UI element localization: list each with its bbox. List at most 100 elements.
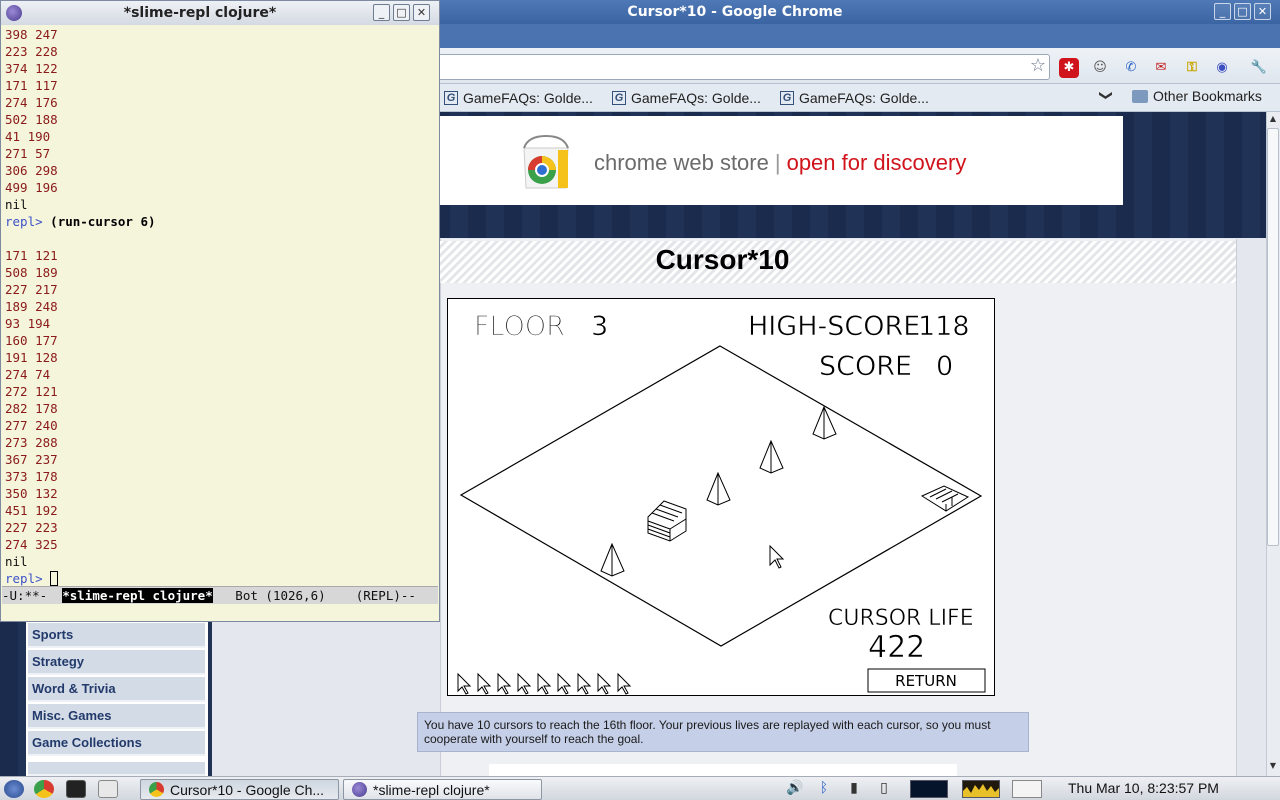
nav-item-misc-games[interactable]: Misc. Games <box>28 704 205 729</box>
repl-output-line: 451 192 <box>5 502 437 519</box>
fedora-menu-icon[interactable] <box>4 780 24 798</box>
close-icon[interactable]: ✕ <box>413 4 430 21</box>
bookmarks-overflow-chevron-icon[interactable]: ❯ <box>1098 90 1113 101</box>
repl-output-line: 160 177 <box>5 332 437 349</box>
extension-red-icon[interactable]: ✱ <box>1059 58 1079 78</box>
text-editor-launcher-icon[interactable] <box>98 780 118 798</box>
repl-output-line-text: 171 121 <box>5 248 58 263</box>
remaining-cursor-icon <box>497 672 512 695</box>
repl-output-line: 271 57 <box>5 145 437 162</box>
player-cursor-icon <box>769 544 785 569</box>
repl-output-line-text: 374 122 <box>5 61 58 76</box>
repl-output-line: 171 117 <box>5 77 437 94</box>
banner-text: chrome web store | open for discovery <box>594 150 966 176</box>
other-bookmarks[interactable]: Other Bookmarks <box>1132 88 1262 104</box>
emacs-minibuffer[interactable] <box>2 604 438 621</box>
wrench-icon[interactable]: 🔧 <box>1249 58 1269 78</box>
scroll-down-arrow-icon[interactable]: ▼ <box>1268 761 1278 773</box>
nav-item-game-collections[interactable]: Game Collections <box>28 731 205 756</box>
advertisement[interactable] <box>489 764 957 776</box>
task-emacs[interactable]: *slime-repl clojure* <box>343 779 542 800</box>
address-bar[interactable] <box>432 54 1050 80</box>
repl-output-line: 274 74 <box>5 366 437 383</box>
repl-output-line: 502 188 <box>5 111 437 128</box>
terminal-launcher-icon[interactable] <box>66 780 86 798</box>
repl-input-line[interactable]: repl> <box>5 570 437 587</box>
scroll-up-arrow-icon[interactable]: ▲ <box>1268 114 1278 126</box>
modeline-position: Bot (1026,6) (REPL)-- <box>212 588 416 603</box>
repl-output-line: 171 121 <box>5 247 437 264</box>
return-button[interactable]: RETURN <box>867 668 986 693</box>
emacs-window-controls: _ □ ✕ <box>373 4 430 21</box>
gmail-icon[interactable]: ✉ <box>1151 58 1171 78</box>
repl-output-line-text: 373 178 <box>5 469 58 484</box>
nav-item-partial[interactable] <box>28 762 205 776</box>
memory-monitor-icon <box>962 780 1000 798</box>
task-chrome[interactable]: Cursor*10 - Google Ch... <box>140 779 339 800</box>
task-label: Cursor*10 - Google Ch... <box>170 781 325 798</box>
repl-output-line-text: 350 132 <box>5 486 58 501</box>
extension-globe-icon[interactable]: ◉ <box>1212 58 1232 78</box>
banner-text-tagline: open for discovery <box>786 150 967 175</box>
repl-output-line-text: 274 74 <box>5 367 51 382</box>
floor-diamond <box>459 345 983 647</box>
repl-output-line-text: 499 196 <box>5 180 58 195</box>
bluetooth-icon[interactable]: ᛒ <box>816 780 832 798</box>
maximize-icon[interactable]: □ <box>1234 3 1251 20</box>
minimize-icon[interactable]: _ <box>1214 3 1231 20</box>
pyramid-obstacles <box>600 405 837 577</box>
bookmark-item[interactable]: G GameFAQs: Golde... <box>780 88 929 108</box>
bookmark-label: GameFAQs: Golde... <box>463 90 593 106</box>
volume-icon[interactable]: 🔊 <box>785 780 805 798</box>
maximize-icon[interactable]: □ <box>393 4 410 21</box>
taskbar: Cursor*10 - Google Ch... *slime-repl clo… <box>0 776 1280 800</box>
emacs-window: *slime-repl clojure* _ □ ✕ 398 247 223 22… <box>0 0 440 622</box>
nav-item-word-trivia[interactable]: Word & Trivia <box>28 677 205 702</box>
remaining-cursor-icon <box>517 672 532 695</box>
chrome-web-store-banner[interactable]: chrome web store | open for discovery <box>440 116 1123 205</box>
pyramid <box>812 405 837 440</box>
nav-item-sports[interactable]: Sports <box>28 623 205 648</box>
repl-output-line: 282 178 <box>5 400 437 417</box>
chrome-launcher-icon[interactable] <box>34 780 54 798</box>
repl-output-line-text: 502 188 <box>5 112 58 127</box>
remaining-cursor-icon <box>537 672 552 695</box>
repl-output-line: 41 190 <box>5 128 437 145</box>
repl-output-line-text: 227 217 <box>5 282 58 297</box>
bookmark-label: GameFAQs: Golde... <box>631 90 761 106</box>
cpu-monitor-icon <box>910 780 948 798</box>
bookmark-item[interactable]: G GameFAQs: Golde... <box>612 88 761 108</box>
nav-item-strategy[interactable]: Strategy <box>28 650 205 675</box>
memory-graph <box>963 784 999 797</box>
repl-result-nil-text: nil <box>5 554 28 569</box>
network-signal-icon[interactable]: ▮ <box>844 780 864 798</box>
extension-key-icon[interactable]: ⚿ <box>1182 58 1202 78</box>
workspace-switcher-icon[interactable] <box>1012 780 1042 798</box>
repl-output-line-text: 160 177 <box>5 333 58 348</box>
emacs-titlebar[interactable]: *slime-repl clojure* _ □ ✕ <box>1 1 439 25</box>
gamefaqs-favicon-icon: G <box>444 91 458 105</box>
repl-output-line: 508 189 <box>5 264 437 281</box>
repl-blank-line <box>5 230 437 247</box>
game-playfield[interactable]: FLOOR 3 HIGH-SCORE 118 SCORE 0 CURSOR LI… <box>448 299 994 695</box>
bookmark-star-icon[interactable]: ☆ <box>1028 57 1048 77</box>
repl-output-line: 350 132 <box>5 485 437 502</box>
repl-buffer[interactable]: 398 247 223 228 374 122 171 117 274 176 502 1… <box>5 26 437 586</box>
bookmark-item[interactable]: G GameFAQs: Golde... <box>444 88 593 108</box>
repl-output-line: 191 128 <box>5 349 437 366</box>
repl-output-line-text: 41 190 <box>5 129 51 144</box>
minimize-icon[interactable]: _ <box>373 4 390 21</box>
repl-output-line-text: 273 288 <box>5 435 58 450</box>
modeline-status: -U:**- <box>2 588 63 603</box>
game-canvas[interactable]: FLOOR 3 HIGH-SCORE 118 SCORE 0 CURSOR LI… <box>447 298 995 696</box>
extension-phone-icon[interactable]: ✆ <box>1121 58 1141 78</box>
repl-output-line: 93 194 <box>5 315 437 332</box>
page-scrollbar-thumb[interactable] <box>1267 128 1279 546</box>
pyramid <box>706 471 731 506</box>
battery-icon[interactable]: ▯ <box>874 780 894 798</box>
extension-reddit-icon[interactable]: ☺ <box>1090 58 1110 78</box>
close-icon[interactable]: ✕ <box>1254 3 1271 20</box>
clock[interactable]: Thu Mar 10, 8:23:57 PM <box>1068 780 1219 796</box>
chrome-window-title: Cursor*10 - Google Chrome <box>627 4 843 20</box>
repl-output-line: 227 223 <box>5 519 437 536</box>
